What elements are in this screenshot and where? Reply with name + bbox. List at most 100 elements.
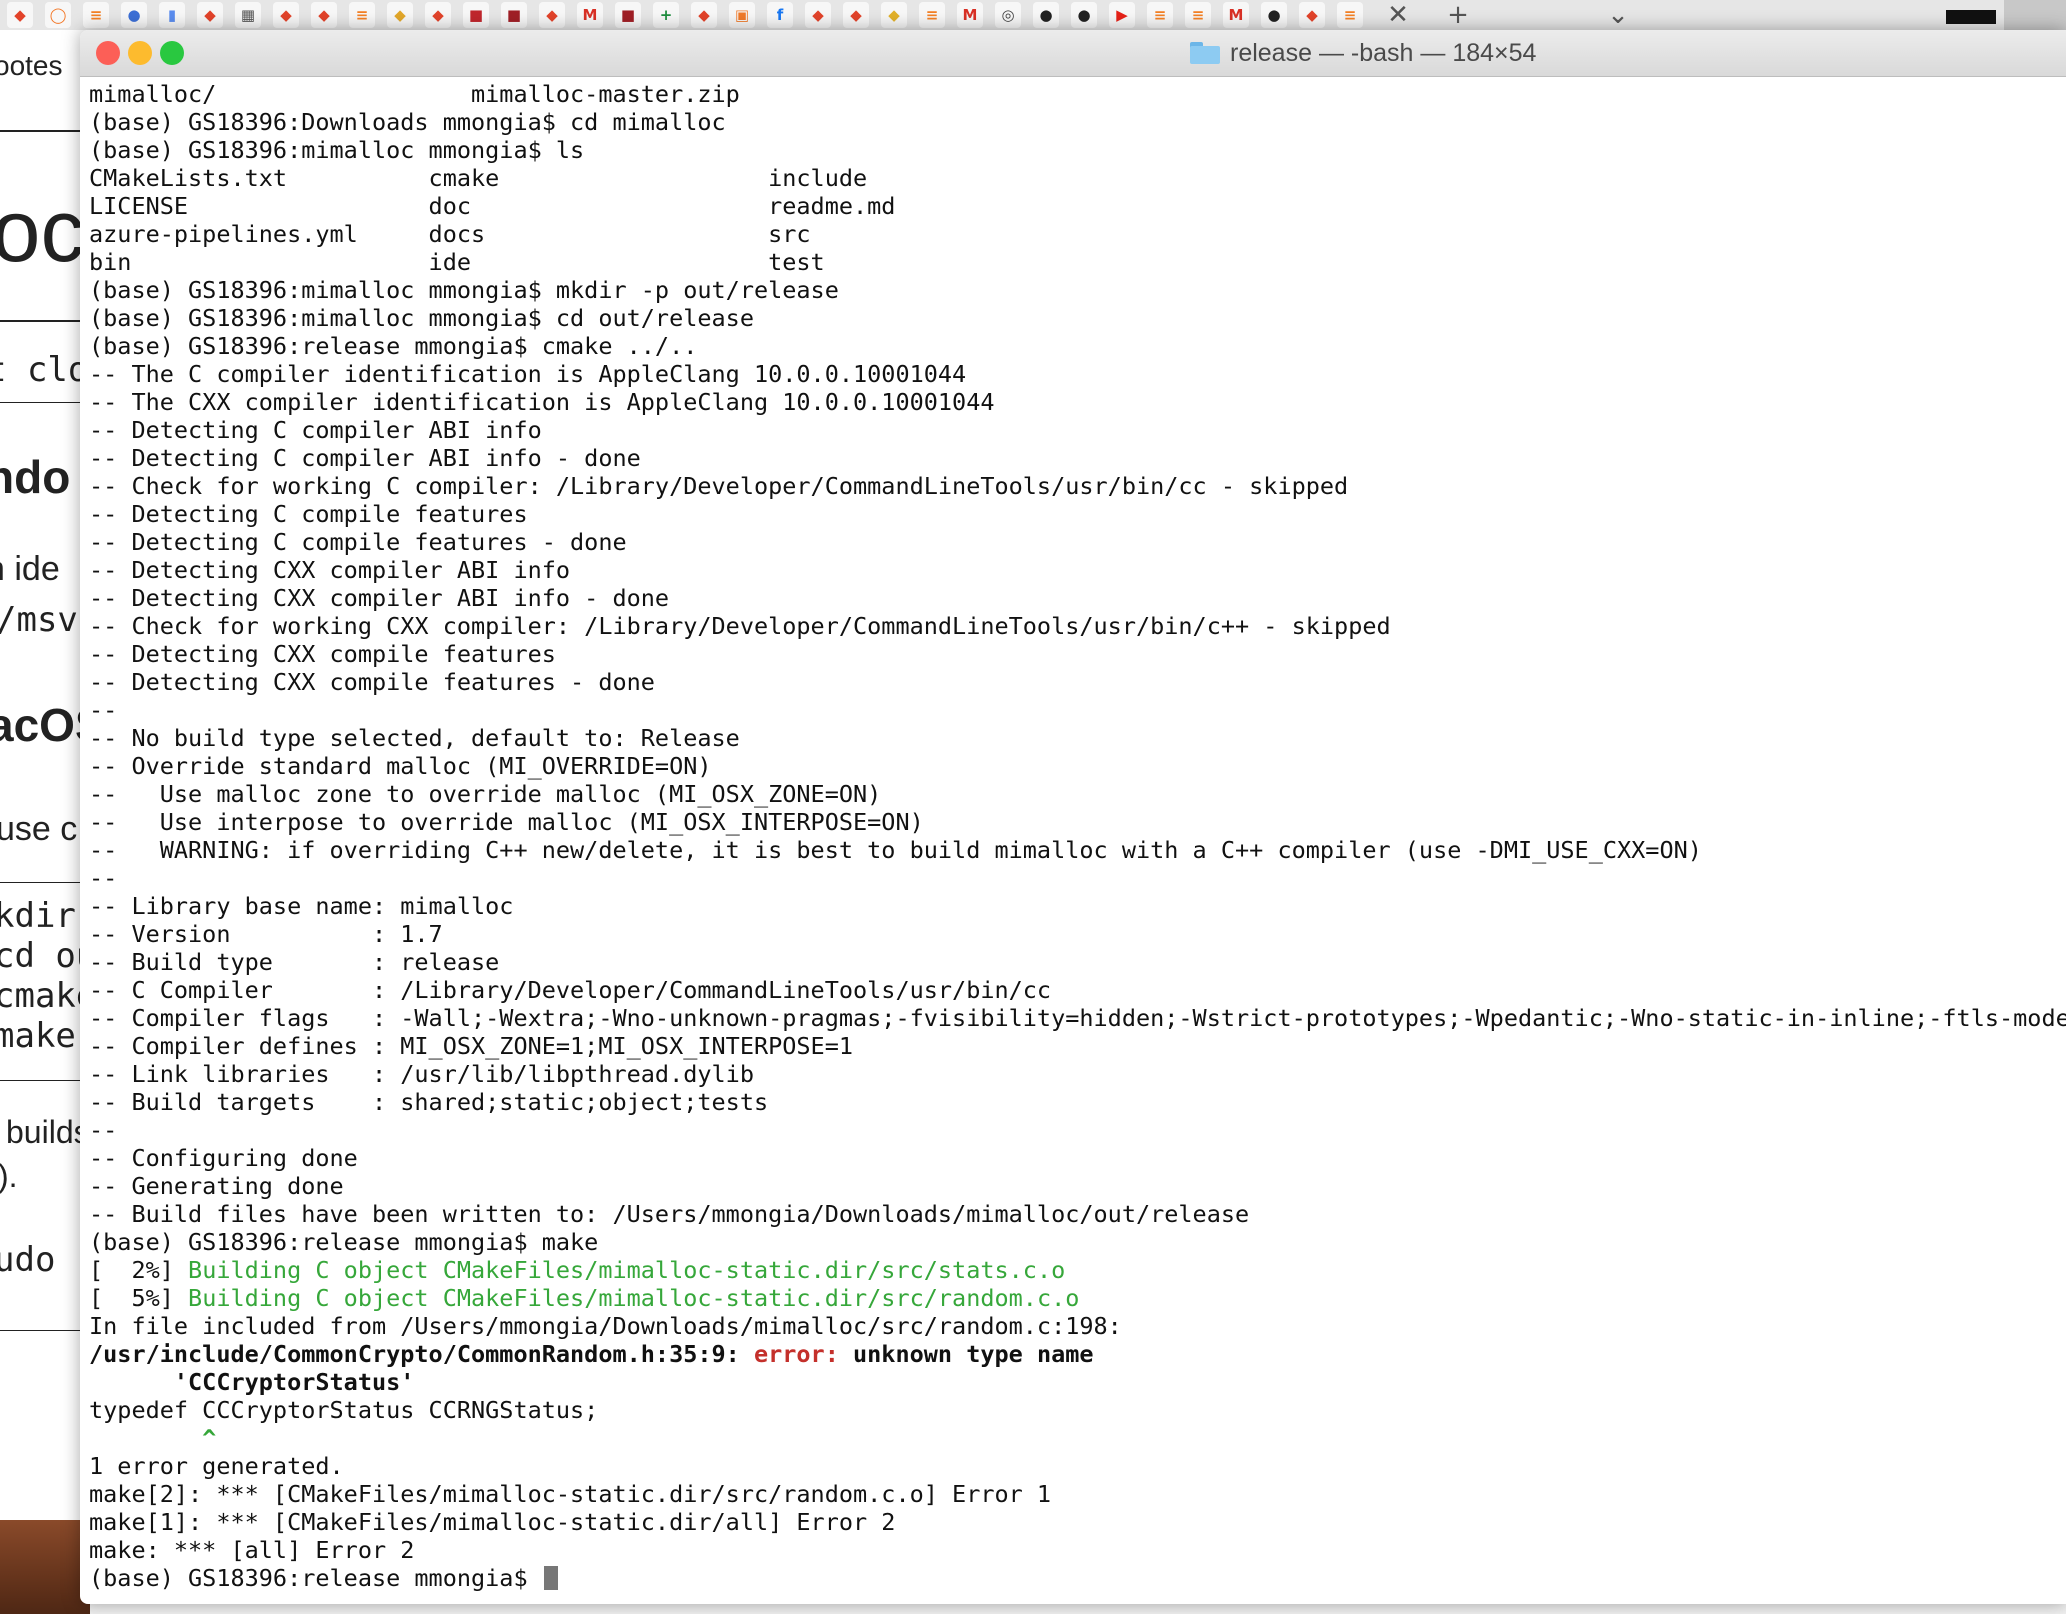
sheets-icon[interactable]: + [653,2,679,28]
terminal-text: -- No build type selected, default to: R… [89,724,740,752]
terminal-text: -- Configuring done [89,1144,358,1172]
terminal-window[interactable]: release — -bash — 184×54 mimalloc/ mimal… [80,30,2066,1604]
terminal-line: -- Use interpose to override malloc (MI_… [89,808,2066,836]
terminal-text: -- [89,864,118,892]
gmail-icon[interactable]: M [577,2,603,28]
terminal-text: -- Use malloc zone to override malloc (M… [89,780,882,808]
terminal-text: -- [89,1116,118,1144]
terminal-text: -- Build type : release [89,948,500,976]
bg-page-fragment: /msv [0,600,78,640]
red-app-icon[interactable]: ■ [615,2,641,28]
terminal-line: (base) GS18396:release mmongia$ [89,1564,2066,1592]
close-tab-icon[interactable]: ✕ [1368,0,1428,30]
gitlab-icon[interactable]: ◆ [805,2,831,28]
github-icon[interactable]: ● [1071,2,1097,28]
terminal-text: Building C object CMakeFiles/mimalloc-st… [188,1256,1066,1284]
terminal-line: -- Detecting C compiler ABI info [89,416,2066,444]
gitlab-icon[interactable]: ◆ [387,2,413,28]
zoom-window-button[interactable] [160,41,184,65]
terminal-line: -- The CXX compiler identification is Ap… [89,388,2066,416]
terminal-text: mimalloc/ mimalloc-master.zip [89,80,740,108]
terminal-line: -- [89,696,2066,724]
terminal-line: In file included from /Users/mmongia/Dow… [89,1312,2066,1340]
terminal-text: -- Link libraries : /usr/lib/libpthread.… [89,1060,754,1088]
youtube-icon[interactable]: ▶ [1109,2,1135,28]
window-title: release — -bash — 184×54 [1190,38,1536,68]
terminal-text: -- WARNING: if overriding C++ new/delete… [89,836,1702,864]
github-icon[interactable]: ● [1033,2,1059,28]
terminal-text: -- Compiler flags : -Wall;-Wextra;-Wno-u… [89,1004,2066,1032]
folder-icon [1190,42,1220,64]
terminal-line: -- C Compiler : /Library/Developer/Comma… [89,976,2066,1004]
gmail-icon[interactable]: M [957,2,983,28]
stackoverflow-icon[interactable]: ≡ [1185,2,1211,28]
stack-icon[interactable]: ≡ [83,2,109,28]
terminal-titlebar[interactable]: release — -bash — 184×54 [80,30,2066,77]
terminal-text: -- Compiler defines : MI_OSX_ZONE=1;MI_O… [89,1032,854,1060]
gitlab-icon[interactable]: ◆ [197,2,223,28]
terminal-line: -- Configuring done [89,1144,2066,1172]
terminal-text: In file included from /Users/mmongia/Dow… [89,1312,1122,1340]
bg-page-fragment: ). [0,1158,18,1194]
gitlab-icon[interactable]: ◆ [311,2,337,28]
gitlab-icon[interactable]: ◆ [7,2,33,28]
terminal-line: LICENSE doc readme.md [89,192,2066,220]
terminal-line: (base) GS18396:release mmongia$ cmake ..… [89,332,2066,360]
new-tab-icon[interactable]: + [1428,0,1488,30]
terminal-text: -- Detecting CXX compiler ABI info [89,556,571,584]
bg-page-fragment: n ide [0,550,60,588]
terminal-line: -- Link libraries : /usr/lib/libpthread.… [89,1060,2066,1088]
terminal-text: -- Detecting C compiler ABI info [89,416,542,444]
terminal-line: -- The C compiler identification is Appl… [89,360,2066,388]
shield-icon[interactable]: ◆ [881,2,907,28]
terminal-line: 'CCCryptorStatus' [89,1368,2066,1396]
stackoverflow-icon[interactable]: ≡ [1147,2,1173,28]
terminal-output[interactable]: mimalloc/ mimalloc-master.zip (base) GS18… [89,80,2066,1604]
gitlab-icon[interactable]: ◆ [273,2,299,28]
gitlab-icon[interactable]: ◆ [691,2,717,28]
terminal-line: -- Detecting CXX compiler ABI info - don… [89,584,2066,612]
terminal-text: -- Build files have been written to: /Us… [89,1200,1250,1228]
terminal-text: (base) GS18396:mimalloc mmongia$ mkdir -… [89,276,839,304]
terminal-line: ^ [89,1424,2066,1452]
gitlab-icon[interactable]: ◆ [1299,2,1325,28]
terminal-line: -- Check for working C compiler: /Librar… [89,472,2066,500]
terminal-line: -- [89,864,2066,892]
stackoverflow-icon[interactable]: ≡ [349,2,375,28]
facebook-icon[interactable]: f [767,2,793,28]
terminal-line: -- Detecting C compile features [89,500,2066,528]
terminal-line: /usr/include/CommonCrypto/CommonRandom.h… [89,1340,2066,1368]
globe-icon[interactable]: ◎ [995,2,1021,28]
chart-icon[interactable]: ▮ [159,2,185,28]
red-app-icon[interactable]: ■ [463,2,489,28]
github-icon[interactable]: ● [1261,2,1287,28]
terminal-line: -- Override standard malloc (MI_OVERRIDE… [89,752,2066,780]
browser-toolbar-fragment [2004,0,2066,30]
jupyter-icon[interactable]: ◯ [45,2,71,28]
terminal-line: -- Detecting CXX compile features - done [89,668,2066,696]
box-icon[interactable]: ▣ [729,2,755,28]
terminal-text: -- Detecting C compile features [89,500,528,528]
terminal-line: -- Generating done [89,1172,2066,1200]
terminal-line: typedef CCCryptorStatus CCRNGStatus; [89,1396,2066,1424]
minimize-window-button[interactable] [128,41,152,65]
terminal-text: -- Detecting C compiler ABI info - done [89,444,641,472]
gmail-icon[interactable]: M [1223,2,1249,28]
terminal-line: make[2]: *** [CMakeFiles/mimalloc-static… [89,1480,2066,1508]
chevron-down-icon[interactable]: ⌄ [1588,0,1648,30]
terminal-text: -- The CXX compiler identification is Ap… [89,388,995,416]
gitlab-icon[interactable]: ◆ [425,2,451,28]
terminal-text: make: *** [all] Error 2 [89,1536,415,1564]
terminal-text: (base) GS18396:mimalloc mmongia$ ls [89,136,585,164]
gitlab-icon[interactable]: ◆ [843,2,869,28]
close-window-button[interactable] [96,41,120,65]
grid-icon[interactable]: ▦ [235,2,261,28]
stackoverflow-icon[interactable]: ≡ [919,2,945,28]
stackoverflow-icon[interactable]: ≡ [1337,2,1363,28]
gitlab-icon[interactable]: ◆ [539,2,565,28]
bg-page-fragment: cmake [0,976,90,1016]
red-app-icon[interactable]: ■ [501,2,527,28]
terminal-line: -- Detecting CXX compiler ABI info [89,556,2066,584]
terminal-line: -- Compiler flags : -Wall;-Wextra;-Wno-u… [89,1004,2066,1032]
chrome-icon[interactable]: ● [121,2,147,28]
